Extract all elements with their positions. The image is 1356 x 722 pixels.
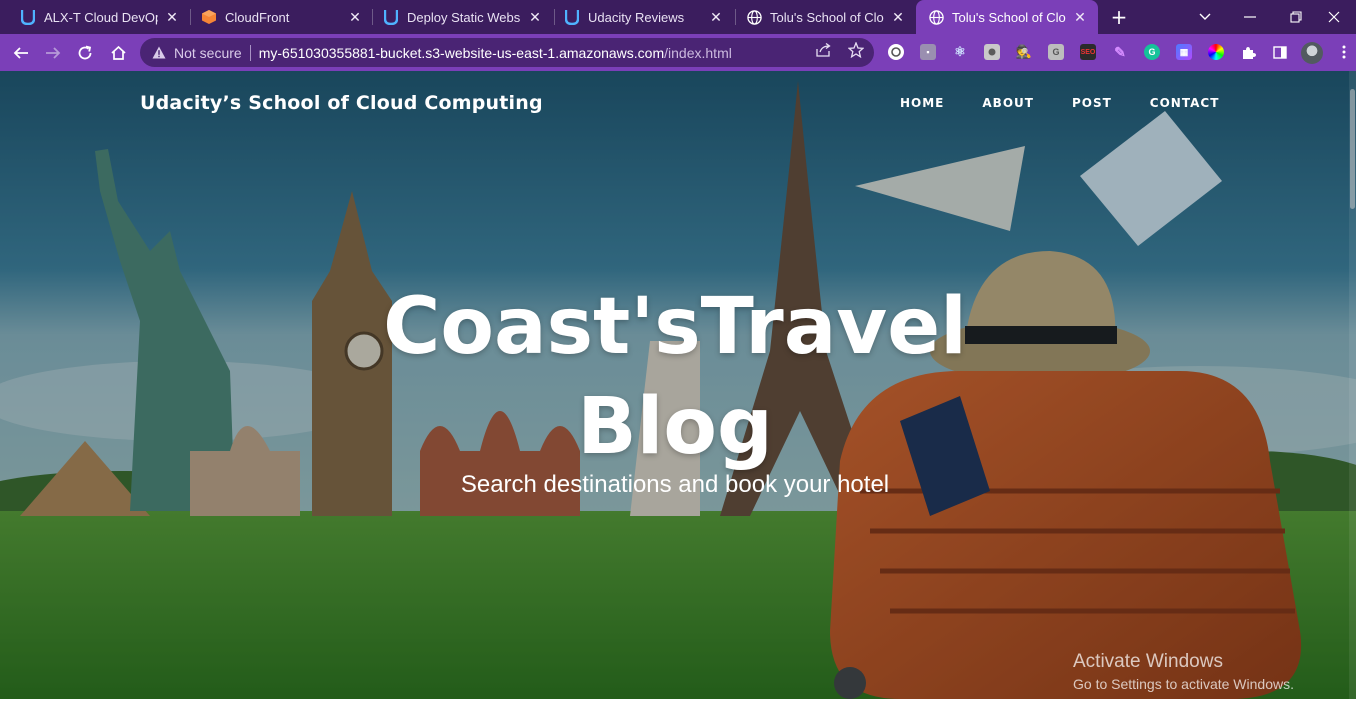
site-nav: HOME ABOUT POST CONTACT — [900, 96, 1219, 110]
tab-title: Udacity Reviews — [588, 9, 685, 25]
browser-toolbar: Not secure my-651030355881-bucket.s3-web… — [0, 34, 1356, 71]
web-page: Udacity’s School of Cloud Computing HOME… — [0, 71, 1356, 722]
globe-icon — [928, 9, 944, 25]
nav-post-link[interactable]: POST — [1072, 96, 1112, 110]
reload-button[interactable] — [72, 40, 98, 66]
close-tab-icon[interactable]: ✕ — [1072, 9, 1088, 25]
tab-title: Tolu's School of Cloud — [770, 9, 884, 25]
url-host: my-651030355881-bucket.s3-website-us-eas… — [258, 44, 665, 61]
close-tab-icon[interactable]: ✕ — [164, 9, 180, 25]
home-button[interactable] — [105, 40, 131, 66]
side-panel-icon[interactable] — [1272, 44, 1288, 60]
new-tab-button[interactable]: + — [1108, 7, 1130, 29]
react-devtools-icon[interactable]: ⚛ — [952, 44, 968, 60]
grammarly-icon[interactable]: G — [1144, 44, 1160, 60]
warning-icon[interactable] — [152, 46, 166, 60]
tab-title: CloudFront — [225, 9, 290, 25]
hero-section: Udacity’s School of Cloud Computing HOME… — [0, 71, 1356, 699]
activate-windows-watermark: Activate Windows Go to Settings to activ… — [1073, 651, 1294, 692]
close-window-button[interactable] — [1312, 0, 1356, 34]
bookmark-star-icon[interactable] — [848, 42, 864, 58]
security-status-label[interactable]: Not secure — [174, 45, 242, 61]
hero-title-line-2: Blog — [577, 382, 773, 472]
square-extension-icon[interactable] — [984, 44, 1000, 60]
page-below-hero — [0, 699, 1356, 722]
watermark-title: Activate Windows — [1073, 651, 1223, 672]
url-text[interactable]: my-651030355881-bucket.s3-website-us-eas… — [259, 45, 732, 61]
tab-strip: ALX-T Cloud DevOps E ✕ CloudFront ✕ Depl… — [0, 0, 1356, 34]
hero-title: Coast'sTravel Blog — [300, 277, 1050, 477]
tab-title: Deploy Static Website — [407, 9, 521, 25]
address-bar[interactable]: Not secure my-651030355881-bucket.s3-web… — [140, 38, 874, 67]
udacity-icon — [20, 9, 36, 25]
hero-title-line-1: Coast'sTravel — [383, 282, 967, 372]
omnibox-divider — [249, 44, 251, 61]
minimize-button[interactable] — [1228, 0, 1272, 34]
menu-kebab-icon[interactable] — [1336, 44, 1352, 60]
aws-cloudfront-icon — [201, 9, 217, 25]
g-extension-icon[interactable]: G — [1048, 44, 1064, 60]
share-icon[interactable] — [816, 42, 832, 58]
pen-extension-icon[interactable]: ✎ — [1112, 44, 1128, 60]
chat-extension-icon[interactable]: ▪ — [920, 44, 936, 60]
close-tab-icon[interactable]: ✕ — [347, 9, 363, 25]
grid-extension-icon[interactable]: ▦ — [1176, 44, 1192, 60]
nav-home-link[interactable]: HOME — [900, 96, 944, 110]
udacity-icon — [383, 9, 399, 25]
url-path: /index.html — [664, 44, 732, 61]
udacity-icon — [564, 9, 580, 25]
close-tab-icon[interactable]: ✕ — [708, 9, 724, 25]
site-brand[interactable]: Udacity’s School of Cloud Computing — [140, 92, 543, 114]
tab-tolu-school-active[interactable]: Tolu's School of Cloud ✕ — [916, 0, 1098, 34]
close-tab-icon[interactable]: ✕ — [527, 9, 543, 25]
tab-title: ALX-T Cloud DevOps E — [44, 9, 158, 25]
forward-button[interactable] — [40, 40, 66, 66]
watermark-subtitle: Go to Settings to activate Windows. — [1073, 676, 1294, 692]
profile-avatar[interactable] — [1301, 42, 1323, 64]
globe-icon — [746, 9, 762, 25]
color-picker-icon[interactable] — [1208, 44, 1224, 60]
nav-contact-link[interactable]: CONTACT — [1150, 96, 1220, 110]
back-button[interactable] — [8, 40, 34, 66]
tab-cloudfront[interactable]: CloudFront ✕ — [181, 0, 373, 34]
seo-extension-icon[interactable]: SEO — [1080, 44, 1096, 60]
puzzle-extensions-icon[interactable] — [1240, 44, 1256, 60]
tab-deploy-static-website[interactable]: Deploy Static Website ✕ — [363, 0, 553, 34]
tab-alx-cloud-devops[interactable]: ALX-T Cloud DevOps E ✕ — [0, 0, 190, 34]
nav-about-link[interactable]: ABOUT — [982, 96, 1034, 110]
tab-title: Tolu's School of Cloud — [952, 9, 1066, 25]
spy-extension-icon[interactable]: 🕵 — [1016, 44, 1032, 60]
page-scrollbar-thumb[interactable] — [1350, 89, 1355, 209]
lens-extension-icon[interactable] — [888, 44, 904, 60]
tab-udacity-reviews[interactable]: Udacity Reviews ✕ — [544, 0, 734, 34]
close-tab-icon[interactable]: ✕ — [890, 9, 906, 25]
tab-search-chevron-icon[interactable] — [1183, 0, 1227, 34]
tab-tolu-school-1[interactable]: Tolu's School of Cloud ✕ — [726, 0, 916, 34]
hero-subtitle: Search destinations and book your hotel — [460, 471, 890, 498]
